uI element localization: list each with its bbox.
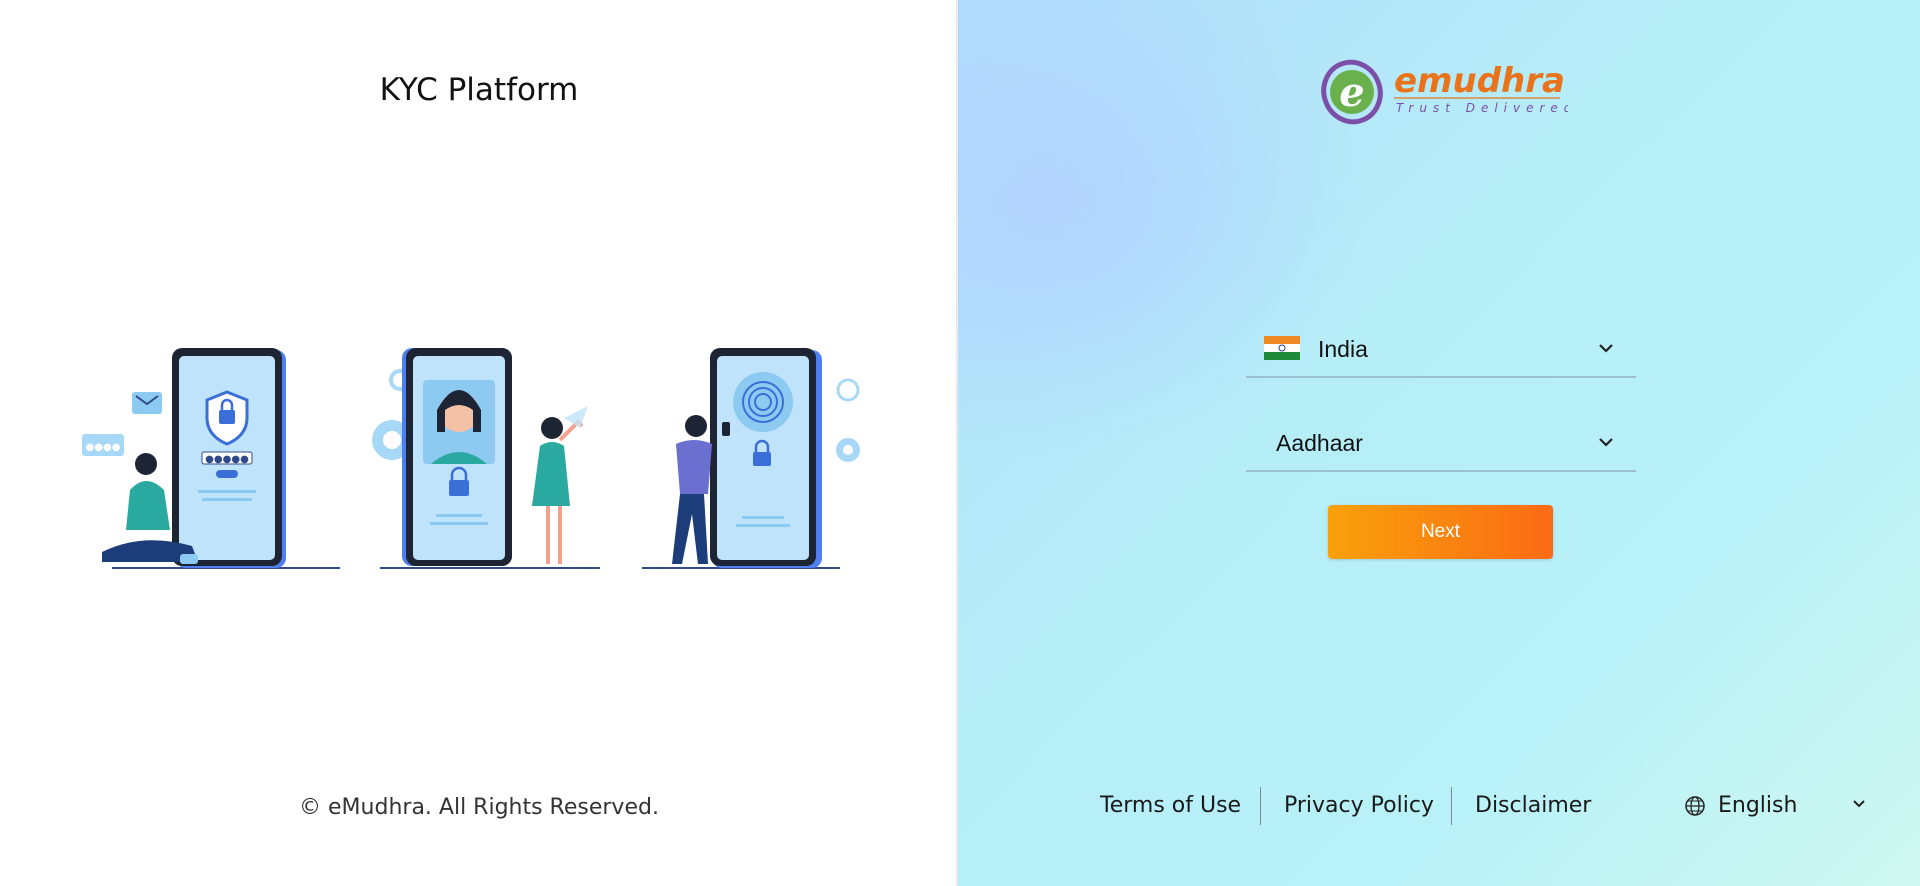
svg-text:●●●●: ●●●● xyxy=(86,442,121,453)
right-panel: e emudhra Trust Delivered India Aadhaar … xyxy=(958,0,1920,886)
svg-text:●●●●●: ●●●●● xyxy=(205,454,249,465)
security-phone-scene: ●●●●● ●●●● xyxy=(82,348,340,569)
language-value: English xyxy=(1718,793,1798,818)
page-title: KYC Platform xyxy=(379,72,579,108)
brand-tagline: Trust Delivered xyxy=(1396,101,1568,115)
footer-separator xyxy=(1451,787,1452,825)
brand-name: emudhra xyxy=(1394,61,1565,101)
fingerprint-scene xyxy=(642,348,860,569)
terms-of-use-link[interactable]: Terms of Use xyxy=(1100,793,1241,818)
chevron-down-icon xyxy=(1599,344,1613,353)
globe-icon xyxy=(1685,796,1705,816)
left-panel: KYC Platform ●●●●● ●●●● © eMudhra. All R… xyxy=(0,0,958,886)
copyright-text: © eMudhra. All Rights Reserved. xyxy=(299,795,659,820)
chevron-down-icon xyxy=(1853,800,1865,808)
next-button[interactable]: Next xyxy=(1328,505,1553,559)
logo-letter: e xyxy=(1339,69,1364,116)
country-value: India xyxy=(1318,336,1368,362)
footer-separator xyxy=(1260,787,1261,825)
chevron-down-icon xyxy=(1599,438,1613,447)
country-select[interactable]: India xyxy=(1246,322,1636,378)
document-type-select[interactable]: Aadhaar xyxy=(1246,416,1636,472)
face-recognition-scene xyxy=(372,348,600,569)
india-flag-icon xyxy=(1264,336,1300,360)
emudhra-logo: e emudhra Trust Delivered xyxy=(1321,59,1568,125)
disclaimer-link[interactable]: Disclaimer xyxy=(1475,793,1591,818)
privacy-policy-link[interactable]: Privacy Policy xyxy=(1284,793,1434,818)
kyc-illustration: ●●●●● ●●●● xyxy=(82,348,860,569)
document-type-value: Aadhaar xyxy=(1276,430,1363,456)
language-select[interactable]: English xyxy=(1684,793,1874,823)
